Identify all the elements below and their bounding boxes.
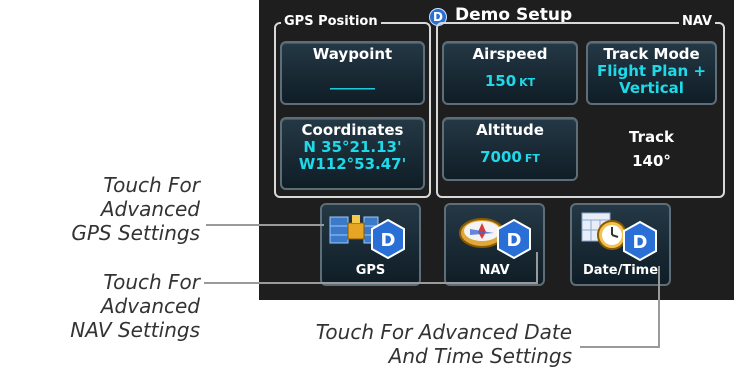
track-mode-value-line2: Vertical	[619, 79, 684, 97]
callout-date-time-line1: Touch For Advanced Date	[315, 320, 572, 344]
airspeed-value: 150 KT	[444, 73, 576, 91]
date-time-app-label: Date/Time	[582, 263, 659, 278]
device-screen: D Demo Setup GPS Position Waypoint _____…	[259, 0, 734, 300]
callout-date-time: Touch For Advanced Date And Time Setting…	[260, 320, 572, 368]
waypoint-value: ______	[330, 72, 375, 90]
callout-date-time-line2: And Time Settings	[388, 344, 572, 368]
track-mode-value-line1: Flight Plan +	[596, 62, 707, 80]
track-value: 140°	[632, 152, 671, 170]
altitude-unit: FT	[524, 152, 540, 165]
coordinates-button[interactable]: Coordinates N 35°21.13' W112°53.47'	[280, 117, 425, 190]
callout-nav-leader-horizontal	[204, 282, 538, 284]
callout-nav-line1: Touch For Advanced	[100, 270, 200, 318]
date-time-badge-text: D	[633, 232, 648, 253]
date-time-advanced-badge-icon: D	[623, 221, 657, 261]
callout-nav-leader-vertical	[536, 252, 538, 284]
airspeed-number: 150	[484, 72, 517, 90]
callout-gps-line2: GPS Settings	[71, 221, 200, 245]
coordinates-label: Coordinates	[301, 121, 404, 139]
airspeed-button[interactable]: Airspeed 150 KT	[442, 41, 578, 105]
nav-badge-text: D	[507, 230, 522, 251]
gps-app-button[interactable]: D GPS	[320, 203, 421, 286]
gps-app-label: GPS	[355, 263, 386, 278]
callout-nav: Touch For Advanced NAV Settings	[0, 270, 200, 342]
callout-gps: Touch For Advanced GPS Settings	[60, 173, 200, 245]
track-readout: Track 140°	[586, 128, 717, 170]
track-mode-label: Track Mode	[603, 45, 700, 63]
callout-gps-line1: Touch For Advanced	[100, 173, 200, 221]
longitude-value: W112°53.47'	[298, 155, 407, 173]
waypoint-button[interactable]: Waypoint ______	[280, 41, 425, 105]
track-mode-button[interactable]: Track Mode Flight Plan + Vertical	[586, 41, 717, 105]
altitude-button[interactable]: Altitude 7000 FT	[442, 117, 578, 181]
gps-advanced-badge-icon: D	[371, 219, 405, 259]
gps-badge-text: D	[381, 230, 396, 251]
nav-app-label: NAV	[479, 263, 510, 278]
callout-gps-leader	[206, 224, 324, 226]
nav-advanced-badge-icon: D	[497, 219, 531, 259]
gps-position-group-label: GPS Position	[281, 15, 381, 29]
altitude-value: 7000 FT	[444, 149, 576, 167]
airspeed-unit: KT	[519, 76, 536, 89]
airspeed-label: Airspeed	[472, 45, 548, 63]
waypoint-label: Waypoint	[312, 45, 393, 63]
callout-date-time-leader-vertical	[658, 266, 660, 348]
latitude-value: N 35°21.13'	[303, 138, 402, 156]
track-label: Track	[629, 128, 674, 146]
altitude-label: Altitude	[476, 121, 544, 139]
nav-group-label: NAV	[679, 15, 716, 29]
altitude-number: 7000	[480, 148, 522, 166]
callout-nav-line2: NAV Settings	[70, 318, 200, 342]
date-time-app-button[interactable]: D Date/Time	[570, 203, 671, 286]
nav-app-button[interactable]: D NAV	[444, 203, 545, 286]
callout-date-time-leader-horizontal	[580, 346, 660, 348]
